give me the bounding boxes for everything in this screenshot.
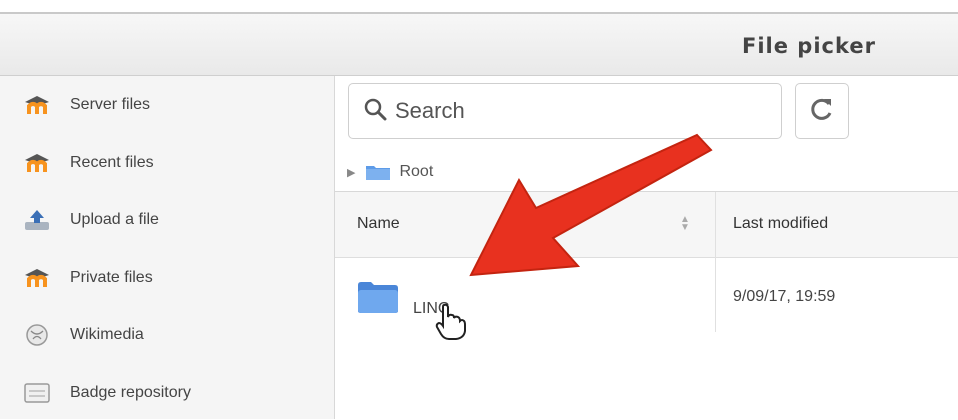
refresh-button[interactable] [795,83,849,139]
column-divider [715,192,716,332]
breadcrumb-root[interactable]: Root [399,163,433,181]
sidebar-item-label: Recent files [70,154,154,171]
wikimedia-icon [22,322,52,348]
repository-sidebar: Server files Recent files Upload a file … [0,76,335,419]
folder-icon [357,280,399,314]
sort-icon[interactable]: ▲ ▼ [680,215,690,233]
sidebar-item-label: Wikimedia [70,326,144,343]
dialog-title: File picker [742,34,876,58]
sidebar-item-wikimedia[interactable]: Wikimedia [22,319,144,351]
dialog-header: File picker [0,12,958,76]
sidebar-item-label: Server files [70,96,151,113]
sidebar-item-recent-files[interactable]: Recent files [22,147,154,179]
badge-repository-icon [22,380,52,406]
refresh-icon [810,96,834,127]
top-strip [0,0,958,12]
sidebar-item-server-files[interactable]: Server files [22,89,150,121]
breadcrumb: ▶ Root [347,160,433,184]
moodle-icon [22,150,52,176]
file-table: Name ▲ ▼ Last modified LINC 9/09/17, 19:5… [335,191,958,420]
search-button[interactable]: Search [348,83,782,139]
moodle-icon [22,92,52,118]
file-name[interactable]: LINC [413,300,449,318]
sidebar-item-private-files[interactable]: Private files [22,262,153,294]
sidebar-item-upload-a-file[interactable]: Upload a file [22,204,159,236]
upload-icon [22,207,52,233]
folder-icon [365,163,391,181]
column-header-name[interactable]: Name [357,215,400,233]
table-row[interactable]: LINC [357,276,449,318]
sidebar-item-label: Badge repository [70,384,191,401]
table-header: Name ▲ ▼ Last modified [335,192,958,258]
sidebar-item-badge-repository[interactable]: Badge repository [22,377,191,409]
search-label: Search [395,98,465,123]
search-icon [363,97,387,126]
file-modified-date: 9/09/17, 19:59 [733,288,836,305]
moodle-icon [22,265,52,291]
expand-triangle-icon[interactable]: ▶ [347,166,355,179]
column-header-last-modified[interactable]: Last modified [733,215,828,233]
file-browser-panel: Search ▶ Root Name ▲ ▼ Last modified LINC… [335,76,958,419]
sidebar-item-label: Upload a file [70,211,159,228]
sidebar-item-label: Private files [70,269,153,286]
